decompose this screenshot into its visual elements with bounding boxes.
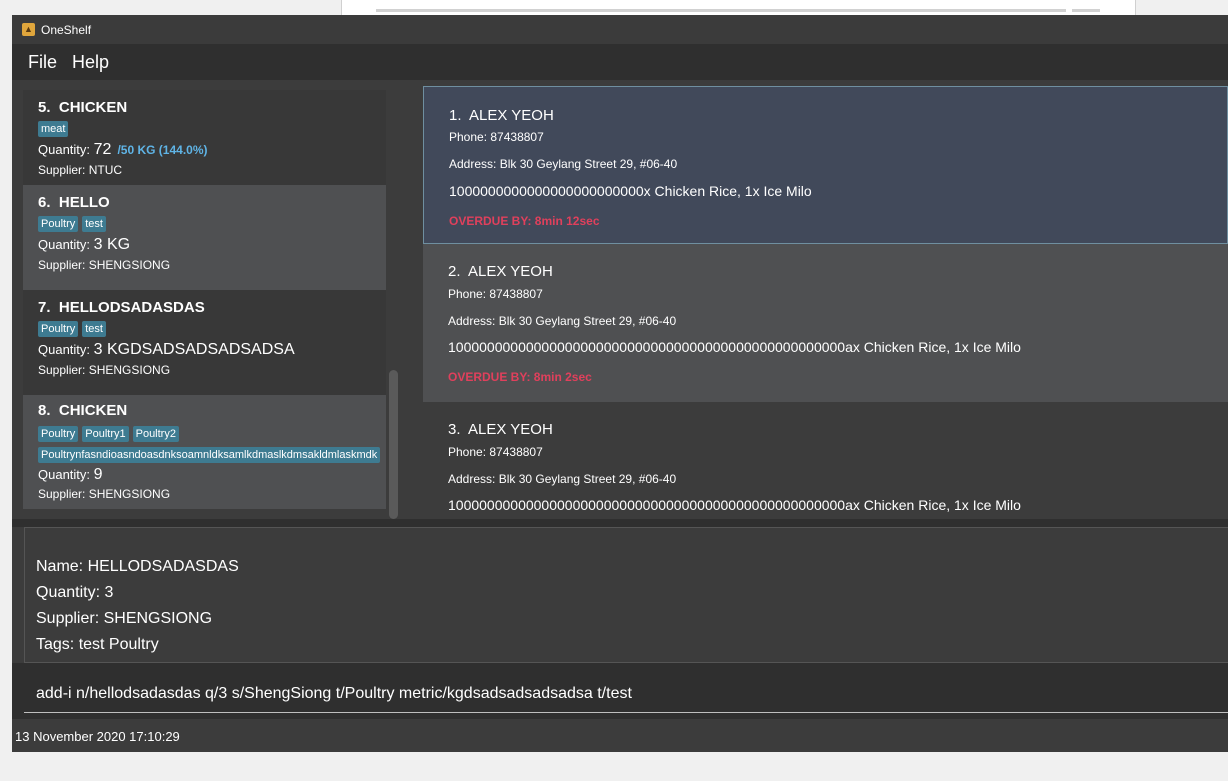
order-detail: 1000000000000000000000000000000000000000…	[448, 339, 1021, 355]
tag: test	[82, 216, 106, 232]
result-display: Name: HELLODSADASDAS Quantity: 3 Supplie…	[24, 527, 1228, 663]
tag: meat	[38, 121, 69, 137]
title-bar[interactable]: ▲ OneShelf	[12, 15, 1228, 44]
item-name: 7. HELLODSADASDAS	[38, 299, 205, 316]
tag: Poultry	[38, 426, 79, 442]
detail-supplier: Supplier: SHENGSIONG	[36, 610, 213, 627]
tag: Poultry1	[82, 426, 129, 442]
tag: Poultry	[38, 321, 79, 337]
detail-tags: Tags: test Poultry	[36, 636, 159, 653]
menu-file[interactable]: File	[28, 52, 57, 73]
status-bar: 13 November 2020 17:10:29	[12, 719, 1228, 752]
background-window	[341, 0, 1136, 16]
item-supplier: Supplier: SHENGSIONG	[38, 487, 171, 501]
command-input[interactable]: add-i n/hellodsadasdas q/3 s/ShengSiong …	[24, 673, 1228, 713]
order-address: Address: Blk 30 Geylang Street 29, #06-4…	[448, 314, 677, 328]
order-name: 3. ALEX YEOH	[448, 421, 553, 438]
order-panel[interactable]: 1. ALEX YEOH Phone: 87438807 Address: Bl…	[412, 80, 1228, 519]
tag: Poultrynfasndioasndoasdnksoamnldksamlkdm…	[38, 447, 381, 463]
item-metric: /50 KG (144.0%)	[117, 143, 208, 157]
inventory-item[interactable]: 6. HELLO Poultry test Quantity: 3 KG Supp…	[23, 185, 386, 290]
item-tags: meat	[38, 119, 72, 137]
inventory-item[interactable]: 7. HELLODSADASDAS Poultry test Quantity: …	[23, 290, 386, 395]
order-detail: 1000000000000000000000000000000000000000…	[448, 497, 1021, 513]
order-address: Address: Blk 30 Geylang Street 29, #06-4…	[448, 472, 677, 486]
command-bar: add-i n/hellodsadasdas q/3 s/ShengSiong …	[12, 663, 1228, 719]
order-address: Address: Blk 30 Geylang Street 29, #06-4…	[449, 157, 678, 171]
order-phone: Phone: 87438807	[448, 287, 543, 301]
order-item[interactable]: 3. ALEX YEOH Phone: 87438807 Address: Bl…	[423, 402, 1228, 519]
panel-divider	[12, 519, 1228, 527]
item-quantity: Quantity: 3 KG	[38, 236, 131, 253]
inventory-item[interactable]: 8. CHICKEN Poultry Poultry1 Poultry2 Poult…	[23, 395, 386, 509]
order-detail: 1000000000000000000000000x Chicken Rice,…	[449, 183, 812, 199]
detail-quantity: Quantity: 3	[36, 584, 114, 601]
item-tags: Poultrynfasndioasndoasdnksoamnldksamlkdm…	[38, 445, 384, 463]
item-quantity: Quantity: 3 KGDSADSADSADSADSA	[38, 341, 295, 358]
item-supplier: Supplier: SHENGSIONG	[38, 363, 171, 377]
app-window: ▲ OneShelf File Help 5. CHICKEN meat Qua…	[12, 15, 1228, 752]
background-window-text	[1072, 9, 1100, 12]
inventory-item[interactable]: 5. CHICKEN meat Quantity: 72/50 KG (144.…	[23, 90, 386, 185]
item-tags: Poultry test	[38, 214, 110, 232]
order-item-selected[interactable]: 1. ALEX YEOH Phone: 87438807 Address: Bl…	[423, 86, 1228, 244]
inventory-scrollbar[interactable]	[389, 370, 398, 519]
inventory-panel[interactable]: 5. CHICKEN meat Quantity: 72/50 KG (144.…	[12, 80, 412, 519]
order-name: 1. ALEX YEOH	[449, 107, 554, 124]
order-name: 2. ALEX YEOH	[448, 263, 553, 280]
item-supplier: Supplier: SHENGSIONG	[38, 258, 171, 272]
order-item[interactable]: 2. ALEX YEOH Phone: 87438807 Address: Bl…	[423, 244, 1228, 402]
app-icon: ▲	[22, 23, 35, 36]
tag: Poultry2	[132, 426, 179, 442]
item-tags: Poultry Poultry1 Poultry2	[38, 424, 183, 442]
item-quantity: Quantity: 9	[38, 466, 103, 483]
tag: test	[82, 321, 106, 337]
command-text: add-i n/hellodsadasdas q/3 s/ShengSiong …	[36, 685, 632, 702]
item-tags: Poultry test	[38, 319, 110, 337]
order-phone: Phone: 87438807	[448, 445, 543, 459]
order-phone: Phone: 87438807	[449, 130, 544, 144]
background-window-text	[376, 9, 1066, 12]
item-quantity: Quantity: 72/50 KG (144.0%)	[38, 141, 208, 158]
window-title: OneShelf	[41, 23, 92, 37]
item-supplier: Supplier: NTUC	[38, 163, 123, 177]
tag: Poultry	[38, 216, 79, 232]
inventory-list[interactable]: 5. CHICKEN meat Quantity: 72/50 KG (144.…	[23, 90, 386, 509]
detail-name: Name: HELLODSADASDAS	[36, 558, 239, 575]
item-name: 8. CHICKEN	[38, 402, 128, 419]
menu-help[interactable]: Help	[72, 52, 109, 73]
status-datetime: 13 November 2020 17:10:29	[15, 729, 180, 744]
item-name: 5. CHICKEN	[38, 99, 128, 116]
menu-bar: File Help	[12, 44, 1228, 80]
item-name: 6. HELLO	[38, 194, 110, 211]
order-overdue: OVERDUE BY: 8min 12sec	[449, 214, 600, 228]
order-overdue: OVERDUE BY: 8min 2sec	[448, 370, 592, 384]
